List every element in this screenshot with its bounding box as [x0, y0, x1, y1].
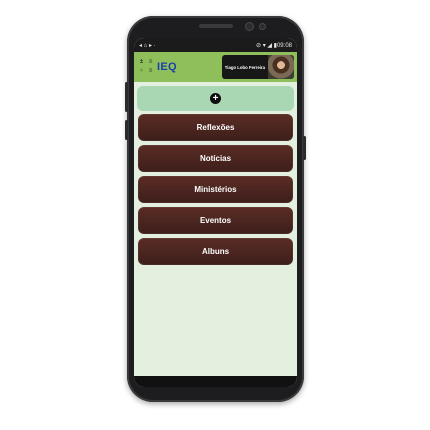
navigation-bar	[134, 376, 297, 387]
status-right-indicators: ⊘ ▾ ◢ ▮09:08	[256, 42, 292, 49]
phone-frame: ◂ ⌂ ▸ · ⊘ ▾ ◢ ▮09:08 ± ≡ ♀ ≡ IEQ Tiago L…	[125, 16, 306, 402]
status-left-icons: ◂ ⌂ ▸ ·	[139, 42, 156, 49]
main-menu: Reflexões Notícias Ministérios Eventos A…	[134, 111, 297, 265]
logo-symbol: ♀	[139, 68, 144, 74]
app-header: ± ≡ ♀ ≡ IEQ Tiago Lobo Ferreira	[134, 52, 297, 82]
bixby-button	[125, 120, 128, 140]
logo-symbol: ≡	[148, 59, 153, 65]
add-button[interactable]: +	[137, 86, 294, 111]
menu-item-noticias[interactable]: Notícias	[138, 145, 293, 172]
logo-symbol: ≡	[148, 68, 153, 74]
front-camera	[245, 22, 254, 31]
app-logo[interactable]: ± ≡ ♀ ≡ IEQ	[137, 58, 177, 76]
power-button	[303, 136, 306, 160]
status-bar: ◂ ⌂ ▸ · ⊘ ▾ ◢ ▮09:08	[134, 38, 297, 52]
earpiece	[199, 24, 233, 28]
menu-item-eventos[interactable]: Eventos	[138, 207, 293, 234]
app-screen: ◂ ⌂ ▸ · ⊘ ▾ ◢ ▮09:08 ± ≡ ♀ ≡ IEQ Tiago L…	[134, 38, 297, 387]
logo-symbols-icon: ± ≡ ♀ ≡	[137, 58, 155, 76]
user-name: Tiago Lobo Ferreira	[224, 64, 265, 70]
logo-symbol: ±	[139, 59, 144, 65]
menu-item-reflexoes[interactable]: Reflexões	[138, 114, 293, 141]
menu-item-ministerios[interactable]: Ministérios	[138, 176, 293, 203]
plus-icon: +	[210, 93, 221, 104]
logo-text: IEQ	[157, 61, 177, 73]
avatar	[268, 55, 294, 79]
volume-button	[125, 82, 128, 112]
user-profile[interactable]: Tiago Lobo Ferreira	[221, 55, 294, 79]
sensor	[259, 23, 266, 30]
menu-item-albuns[interactable]: Albuns	[138, 238, 293, 265]
